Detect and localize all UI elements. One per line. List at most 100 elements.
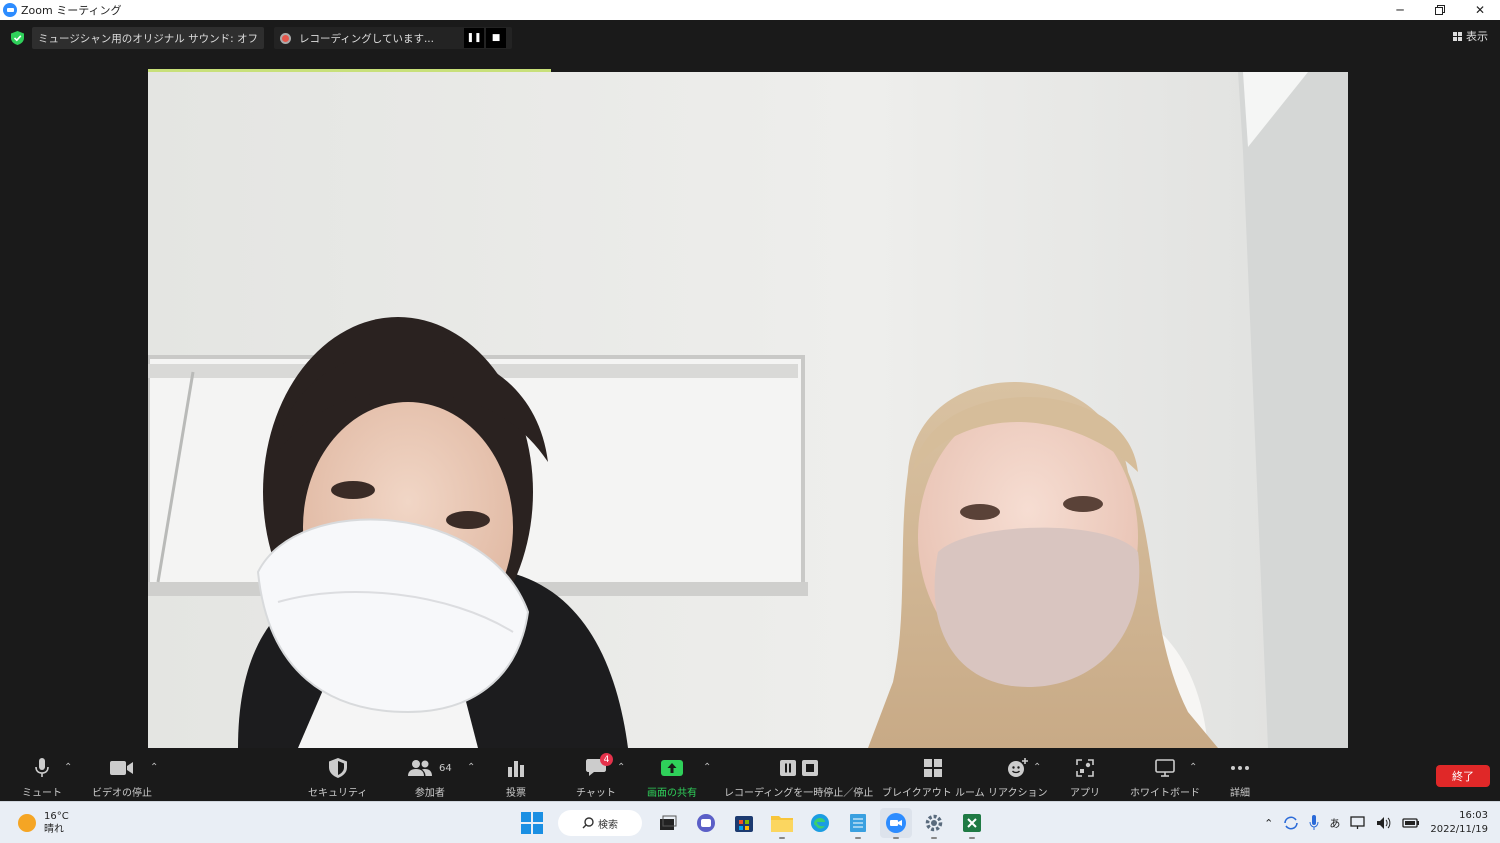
minimize-button[interactable]: ─ xyxy=(1380,0,1420,20)
audio-options-caret-icon[interactable]: ⌃ xyxy=(64,762,72,773)
bar-chart-icon xyxy=(507,756,525,780)
security-label: セキュリティ xyxy=(308,788,368,799)
store-button[interactable] xyxy=(728,808,760,838)
breakout-rooms-button[interactable]: ブレイクアウト ルーム xyxy=(882,756,985,799)
participants-options-caret-icon[interactable]: ⌃ xyxy=(467,762,475,773)
show-hidden-icons-chevron-icon[interactable]: ⌃ xyxy=(1264,817,1273,830)
windows-logo-icon xyxy=(521,812,543,834)
whiteboard-options-caret-icon[interactable]: ⌃ xyxy=(1189,762,1197,773)
pause-recording-button[interactable]: ❚❚ xyxy=(463,28,484,48)
weather-widget[interactable]: 16°C 晴れ xyxy=(18,810,69,836)
zoom-logo-icon xyxy=(3,3,17,17)
whiteboard-label: ホワイトボード xyxy=(1130,788,1200,799)
pause-stop-recording-icon xyxy=(779,756,819,780)
excel-button[interactable] xyxy=(956,808,988,839)
reactions-options-caret-icon[interactable]: ⌃ xyxy=(1033,762,1041,773)
restore-icon xyxy=(1435,5,1445,15)
video-frame xyxy=(148,72,1348,748)
grid-view-icon xyxy=(1453,31,1462,41)
windows-taskbar: 16°C 晴れ 検索 ⌃ あ 16:03 2022/11/19 xyxy=(0,801,1500,843)
chat-options-caret-icon[interactable]: ⌃ xyxy=(617,762,625,773)
system-tray: ⌃ あ 16:03 2022/11/19 xyxy=(1264,809,1488,837)
task-view-icon xyxy=(660,815,677,830)
participant-video xyxy=(148,72,1348,748)
volume-icon[interactable] xyxy=(1376,816,1392,830)
share-screen-label: 画面の共有 xyxy=(647,788,697,799)
weather-condition: 晴れ xyxy=(44,824,64,835)
zoom-app-icon xyxy=(886,813,906,833)
share-options-caret-icon[interactable]: ⌃ xyxy=(703,762,711,773)
video-camera-icon xyxy=(110,756,134,780)
share-screen-icon xyxy=(661,756,683,780)
whiteboard-icon xyxy=(1155,756,1175,780)
recording-control-label: レコーディングを一時停止／停止 xyxy=(724,788,874,799)
search-icon xyxy=(582,817,594,829)
store-icon xyxy=(735,816,753,832)
notepad-icon xyxy=(850,814,866,832)
breakout-rooms-label: ブレイクアウト ルーム xyxy=(882,788,985,799)
participants-count: 64 xyxy=(439,762,452,774)
start-button[interactable] xyxy=(516,808,548,838)
meeting-area: ミュージシャン用のオリジナル サウンド: オフ レコーディングしています... … xyxy=(0,20,1500,748)
clock[interactable]: 16:03 2022/11/19 xyxy=(1430,809,1488,837)
microphone-icon xyxy=(35,756,49,780)
more-label: 詳細 xyxy=(1230,788,1250,799)
shield-icon xyxy=(328,756,347,780)
edge-browser-button[interactable] xyxy=(804,808,836,838)
microphone-in-use-icon[interactable] xyxy=(1309,815,1319,831)
network-icon[interactable] xyxy=(1350,816,1366,830)
recording-status: レコーディングしています... xyxy=(299,32,434,45)
participants-icon: 64 xyxy=(408,756,452,780)
window-titlebar: Zoom ミーティング ─ ✕ xyxy=(0,0,1500,20)
end-meeting-button[interactable]: 終了 xyxy=(1436,765,1490,787)
battery-icon[interactable] xyxy=(1402,817,1420,829)
settings-button[interactable] xyxy=(918,808,950,839)
edge-icon xyxy=(811,814,829,832)
video-options-caret-icon[interactable]: ⌃ xyxy=(150,762,158,773)
apps-label: アプリ xyxy=(1070,788,1100,799)
security-button[interactable]: セキュリティ xyxy=(308,756,367,799)
participants-label: 参加者 xyxy=(414,788,445,799)
apps-button[interactable]: アプリ xyxy=(1070,756,1100,799)
reactions-label: リアクション xyxy=(988,788,1048,799)
share-screen-button[interactable]: 画面の共有 xyxy=(647,756,697,799)
notepad-button[interactable] xyxy=(842,808,874,839)
teams-chat-button[interactable] xyxy=(690,808,722,838)
chat-icon: 4 xyxy=(585,753,613,780)
recording-dot-icon xyxy=(280,32,292,44)
mute-label: ミュート xyxy=(22,788,62,799)
sync-icon[interactable] xyxy=(1283,816,1299,830)
close-button[interactable]: ✕ xyxy=(1460,0,1500,20)
apps-icon xyxy=(1076,756,1094,780)
file-explorer-button[interactable] xyxy=(766,808,798,839)
search-label: 検索 xyxy=(598,819,618,831)
window-controls: ─ ✕ xyxy=(1380,0,1500,20)
stop-video-button[interactable]: ビデオの停止 xyxy=(92,756,152,799)
participants-button[interactable]: 64 参加者 xyxy=(408,756,452,799)
view-button[interactable]: 表示 xyxy=(1453,28,1488,44)
chat-label: チャット xyxy=(576,788,616,799)
task-view-button[interactable] xyxy=(652,808,684,838)
original-sound-toggle[interactable]: ミュージシャン用のオリジナル サウンド: オフ xyxy=(32,27,265,49)
ime-indicator[interactable]: あ xyxy=(1329,815,1340,831)
chat-button[interactable]: 4 チャット xyxy=(576,753,616,799)
zoom-app-button[interactable] xyxy=(880,808,912,839)
clock-date: 2022/11/19 xyxy=(1430,824,1488,835)
mute-button[interactable]: ミュート xyxy=(22,756,62,799)
taskbar-search[interactable]: 検索 xyxy=(558,810,642,836)
polls-button[interactable]: 投票 xyxy=(506,756,526,799)
chat-app-icon xyxy=(697,814,715,832)
folder-icon xyxy=(771,816,793,832)
recording-control-button[interactable]: レコーディングを一時停止／停止 xyxy=(724,756,873,799)
excel-icon xyxy=(963,814,981,832)
view-label: 表示 xyxy=(1466,30,1488,43)
restore-button[interactable] xyxy=(1420,0,1460,20)
more-dots-icon xyxy=(1230,756,1250,780)
encryption-shield-icon[interactable] xyxy=(8,29,26,47)
stop-video-label: ビデオの停止 xyxy=(92,788,152,799)
stop-recording-button[interactable]: ■ xyxy=(485,28,506,48)
clock-time: 16:03 xyxy=(1459,810,1488,821)
chat-unread-badge: 4 xyxy=(599,753,613,766)
gear-icon xyxy=(925,814,943,832)
more-button[interactable]: 詳細 xyxy=(1230,756,1250,799)
